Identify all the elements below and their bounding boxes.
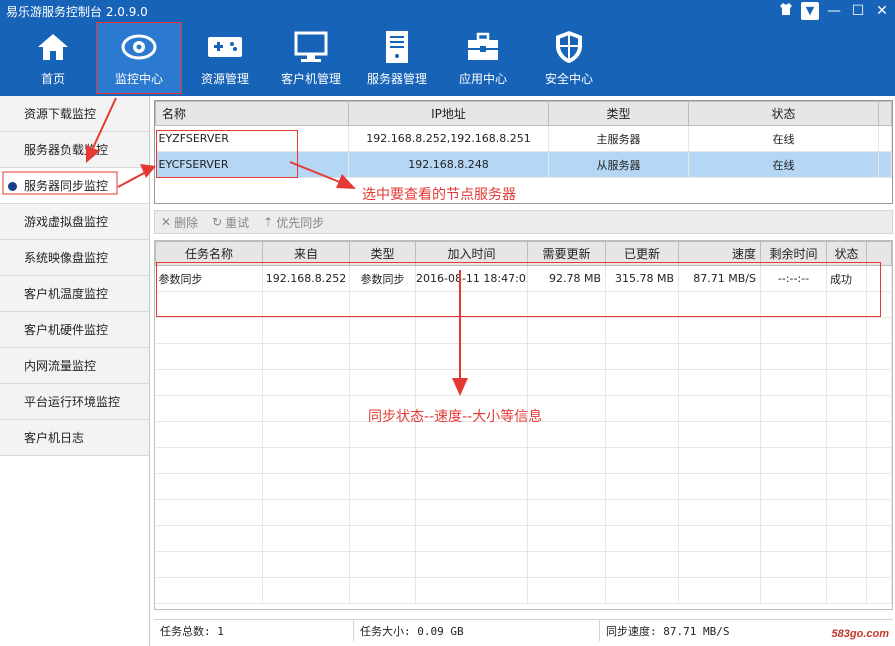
main-panel: 名称 IP地址 类型 状态 EYZFSERVER 192.168.8.252,1… [154,100,893,642]
sidebar-item-system-image-monitor[interactable]: 系统映像盘监控 [0,240,149,276]
status-task-count: 任务总数: 1 [154,620,354,641]
annotation-sync-info: 同步状态--速度--大小等信息 [368,409,543,425]
sidebar-item-client-hardware-monitor[interactable]: 客户机硬件监控 [0,312,149,348]
nav-app-center[interactable]: 应用中心 [440,22,526,94]
shield-icon [551,30,587,64]
column-header-filler [878,101,892,126]
column-header[interactable]: 类型 [548,101,689,126]
task-toolbar: ✕ 删除 ↻ 重试 ⇡ 优先同步 [154,210,893,234]
maximize-icon[interactable]: ☐ [849,2,867,20]
sidebar-item-server-load-monitor[interactable]: 服务器负载监控 [0,132,149,168]
priority-icon: ⇡ [263,215,274,229]
nav-client-manage[interactable]: 客户机管理 [268,22,354,94]
retry-button[interactable]: ↻ 重试 [212,214,249,231]
monitor-icon [293,30,329,64]
server-type: 主服务器 [548,125,689,152]
toolbox-icon [465,30,501,64]
delete-button[interactable]: ✕ 删除 [161,214,198,231]
server-table-header: 名称 IP地址 类型 状态 [155,101,892,126]
column-header[interactable]: 状态 [688,101,879,126]
server-icon [379,30,415,64]
nav-security-center[interactable]: 安全中心 [526,22,612,94]
home-icon [35,30,71,64]
sidebar-item-download-monitor[interactable]: 资源下载监控 [0,96,149,132]
sidebar-item-game-disk-monitor[interactable]: 游戏虚拟盘监控 [0,204,149,240]
status-bar: 任务总数: 1 任务大小: 0.09 GB 同步速度: 87.71 MB/S [154,619,893,641]
priority-sync-button[interactable]: ⇡ 优先同步 [263,214,324,231]
server-status: 在线 [688,151,879,178]
nav-resource-manage[interactable]: 资源管理 [182,22,268,94]
delete-icon: ✕ [161,215,172,229]
sidebar-item-platform-env-monitor[interactable]: 平台运行环境监控 [0,384,149,420]
nav-monitor-center[interactable]: 监控中心 [96,22,182,94]
active-dot-icon [8,182,17,191]
sidebar-item-lan-traffic-monitor[interactable]: 内网流量监控 [0,348,149,384]
nav-home[interactable]: 首页 [10,22,96,94]
status-sync-speed: 同步速度: 87.71 MB/S [606,624,730,638]
server-ip: 192.168.8.248 [348,151,549,178]
tshirt-icon[interactable] [777,2,795,20]
dropdown-icon[interactable]: ▼ [801,2,819,20]
server-status: 在线 [688,125,879,152]
column-header[interactable]: IP地址 [348,101,549,126]
annotation-box-server [156,130,298,178]
header-bar: 易乐游服务控制台 2.0.9.0 ▼ — ☐ ✕ 首页 监控中心 资源管理 客户… [0,0,895,96]
gamepad-icon [207,30,243,64]
nav-server-manage[interactable]: 服务器管理 [354,22,440,94]
sidebar-item-client-log[interactable]: 客户机日志 [0,420,149,456]
sidebar-item-server-sync-monitor[interactable]: 服务器同步监控 [0,168,149,204]
column-header[interactable]: 名称 [155,101,349,126]
eye-icon [121,30,157,64]
window-controls: ▼ — ☐ ✕ [777,2,891,20]
sidebar-item-client-temp-monitor[interactable]: 客户机温度监控 [0,276,149,312]
annotation-box-task [156,262,881,317]
server-type: 从服务器 [548,151,689,178]
watermark-logo: 583go.com [831,628,889,640]
app-title: 易乐游服务控制台 2.0.9.0 [6,5,148,19]
status-task-size: 任务大小: 0.09 GB [354,620,600,641]
server-ip: 192.168.8.252,192.168.8.251 [348,125,549,152]
minimize-icon[interactable]: — [825,2,843,20]
close-icon[interactable]: ✕ [873,2,891,20]
retry-icon: ↻ [212,215,223,229]
main-nav: 首页 监控中心 资源管理 客户机管理 服务器管理 应用中心 安全中心 [10,22,612,94]
sidebar: 资源下载监控 服务器负载监控 服务器同步监控 游戏虚拟盘监控 系统映像盘监控 客… [0,96,150,646]
annotation-select-server: 选中要查看的节点服务器 [362,187,516,203]
